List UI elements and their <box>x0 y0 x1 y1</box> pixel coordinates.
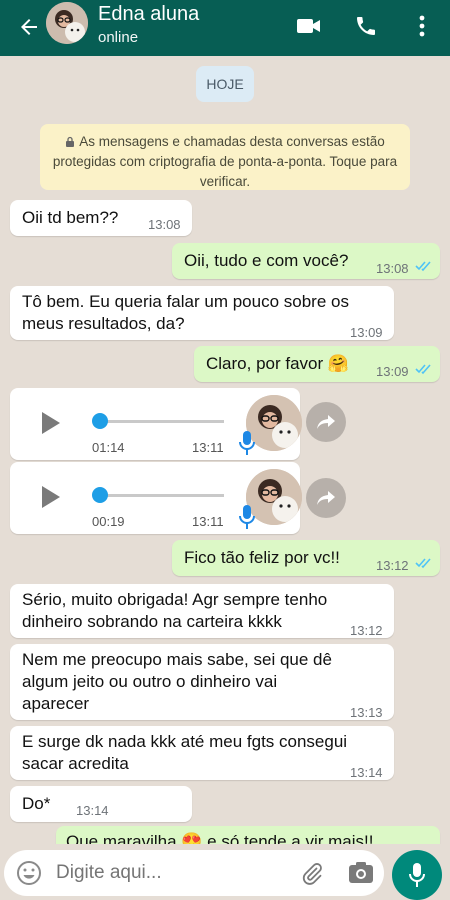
mic-icon <box>239 505 255 529</box>
security-notice-text: As mensagens e chamadas desta conversas … <box>52 134 398 189</box>
audio-duration: 00:19 <box>92 514 125 529</box>
audio-progress-knob[interactable] <box>92 487 108 503</box>
message-outgoing[interactable]: Claro, por favor 🤗 13:09 <box>194 346 440 382</box>
message-incoming[interactable]: Nem me preocupo mais sabe, sei que dê al… <box>10 644 394 720</box>
message-time: 13:14 <box>76 803 109 818</box>
camera-icon[interactable] <box>348 862 374 884</box>
emoji-icon[interactable] <box>16 860 42 886</box>
lock-icon <box>65 133 75 147</box>
message-text: Claro, por favor 🤗 <box>206 354 350 373</box>
message-incoming[interactable]: Do* 13:14 <box>10 786 192 822</box>
message-text: Nem me preocupo mais sabe, sei que dê al… <box>22 650 332 713</box>
message-time: 13:11 <box>192 514 224 529</box>
message-time: 13:08 <box>148 217 181 232</box>
message-text: Fico tão feliz por vc!! <box>184 548 340 567</box>
date-chip: HOJE <box>196 66 254 102</box>
video-call-icon[interactable] <box>295 12 323 40</box>
attach-icon[interactable] <box>300 862 324 886</box>
message-composer <box>4 850 384 896</box>
read-ticks-icon <box>415 364 431 375</box>
chat-header: Edna aluna online <box>0 0 450 56</box>
play-icon[interactable] <box>40 484 62 510</box>
audio-progress-knob[interactable] <box>92 413 108 429</box>
mic-icon <box>239 431 255 455</box>
chat-area[interactable]: HOJE As mensagens e chamadas desta conve… <box>0 56 450 844</box>
message-time: 13:12 <box>376 558 409 573</box>
audio-duration: 01:14 <box>92 440 125 455</box>
message-input[interactable] <box>56 858 286 888</box>
message-text: Tô bem. Eu queria falar um pouco sobre o… <box>22 292 349 333</box>
message-time: 13:11 <box>192 440 224 455</box>
message-time: 13:13 <box>350 705 383 720</box>
message-incoming[interactable]: Oii td bem?? 13:08 <box>10 200 192 236</box>
contact-status: online <box>98 29 139 46</box>
forward-icon[interactable] <box>306 478 346 518</box>
contact-name[interactable]: Edna aluna <box>98 3 199 26</box>
security-notice[interactable]: As mensagens e chamadas desta conversas … <box>40 124 410 190</box>
avatar[interactable] <box>46 2 88 44</box>
message-incoming[interactable]: Tô bem. Eu queria falar um pouco sobre o… <box>10 286 394 340</box>
menu-dots-icon[interactable] <box>408 12 436 40</box>
play-icon[interactable] <box>40 410 62 436</box>
message-outgoing[interactable]: Fico tão feliz por vc!! 13:12 <box>172 540 440 576</box>
read-ticks-icon <box>415 558 431 569</box>
audio-message[interactable]: 01:14 13:11 <box>10 388 302 460</box>
message-text: Oii, tudo e com você? <box>184 251 349 270</box>
message-text: Sério, muito obrigada! Agr sempre tenho … <box>22 590 328 631</box>
message-time: 13:14 <box>350 765 383 780</box>
message-text: E surge dk nada kkk até meu fgts consegu… <box>22 732 348 773</box>
message-outgoing[interactable]: Oii, tudo e com você? 13:08 <box>172 243 440 279</box>
message-time: 13:12 <box>350 623 383 638</box>
forward-icon[interactable] <box>306 402 346 442</box>
message-time: 13:09 <box>376 364 409 379</box>
read-ticks-icon <box>415 261 431 272</box>
message-outgoing[interactable]: Que maravilha 😍 e só tende a vir mais!! <box>56 826 440 844</box>
phone-icon[interactable] <box>352 12 380 40</box>
message-incoming[interactable]: E surge dk nada kkk até meu fgts consegu… <box>10 726 394 780</box>
back-arrow-icon[interactable] <box>12 10 46 44</box>
mic-icon <box>409 863 425 887</box>
audio-progress-track[interactable] <box>96 494 224 497</box>
message-incoming[interactable]: Sério, muito obrigada! Agr sempre tenho … <box>10 584 394 638</box>
audio-message[interactable]: 00:19 13:11 <box>10 462 302 534</box>
message-time: 13:09 <box>350 325 383 340</box>
voice-record-button[interactable] <box>392 850 442 900</box>
message-text: Do* <box>22 794 51 813</box>
audio-progress-track[interactable] <box>96 420 224 423</box>
message-time: 13:08 <box>376 261 409 276</box>
message-text: Oii td bem?? <box>22 208 119 227</box>
message-text: Que maravilha 😍 e só tende a vir mais!! <box>66 832 374 844</box>
